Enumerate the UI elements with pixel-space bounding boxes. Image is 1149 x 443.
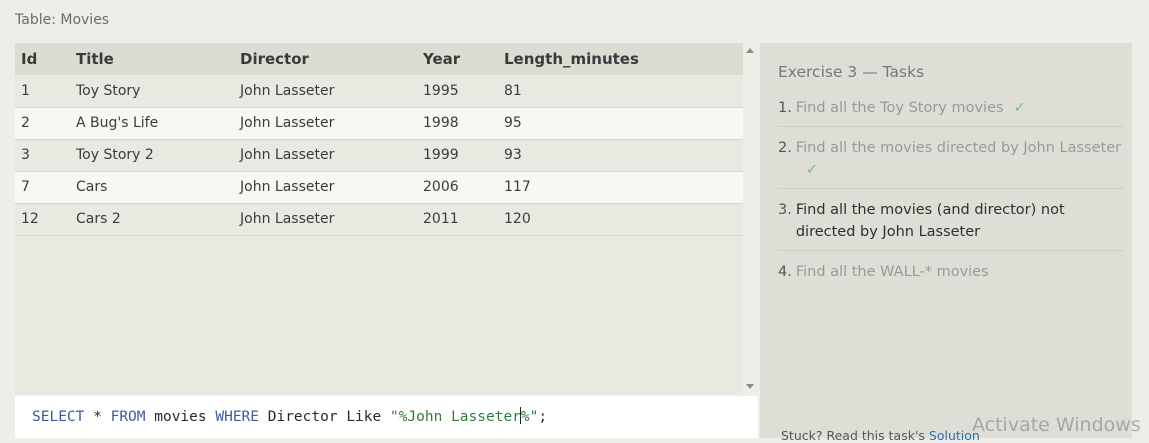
cell-title: Toy Story 2 — [76, 147, 154, 163]
cell-director: John Lasseter — [240, 147, 335, 163]
column-header-length-minutes: Length_minutes — [504, 50, 639, 68]
stuck-text: Stuck? Read this task's — [781, 428, 929, 443]
task-text: Find all the Toy Story movies ✓ — [796, 97, 1124, 119]
cell-title: Cars — [76, 179, 108, 195]
scroll-up-arrow-icon[interactable] — [746, 48, 754, 53]
task-item: 2. Find all the movies directed by John … — [778, 135, 1124, 189]
cell-length-minutes: 117 — [504, 179, 531, 195]
sql-string-literal-start: "%John Lasseter — [389, 409, 521, 425]
sql-string-literal-end: %" — [520, 409, 539, 425]
task-number: 4. — [778, 264, 792, 280]
sql-semicolon: ; — [538, 409, 548, 425]
table-scrollbar[interactable] — [743, 43, 758, 394]
sql-table-name: movies — [145, 409, 216, 425]
task-label: Find all the movies directed by John Las… — [795, 140, 1122, 156]
table-row: 1 Toy Story John Lasseter 1995 81 — [15, 75, 743, 107]
checkmark-icon: ✓ — [1013, 100, 1026, 116]
cell-id: 12 — [21, 211, 39, 227]
cell-length-minutes: 93 — [504, 147, 522, 163]
task-item: 4. Find all the WALL-* movies — [778, 259, 1124, 290]
task-item-current: 3. Find all the movies (and director) no… — [778, 197, 1124, 251]
sql-query-line[interactable]: SELECT * FROM movies WHERE Director Like… — [32, 407, 547, 425]
cell-length-minutes: 95 — [504, 115, 522, 131]
cell-director: John Lasseter — [240, 179, 335, 195]
sql-query-editor[interactable]: SELECT * FROM movies WHERE Director Like… — [15, 396, 758, 438]
cell-title: Toy Story — [76, 82, 141, 99]
results-table: Id Title Director Year Length_minutes 1 … — [15, 43, 743, 236]
cell-year: 1999 — [423, 147, 459, 163]
results-table-container: Id Title Director Year Length_minutes 1 … — [15, 43, 743, 394]
scroll-down-arrow-icon[interactable] — [746, 384, 754, 389]
activate-windows-watermark: Activate Windows — [972, 414, 1141, 436]
cell-length-minutes: 120 — [504, 211, 531, 227]
sql-keyword-from: FROM — [110, 409, 146, 425]
task-number: 2. — [778, 140, 792, 156]
task-list: 1. Find all the Toy Story movies ✓ 2. Fin… — [778, 95, 1124, 298]
tasks-title: Exercise 3 — Tasks — [778, 63, 925, 81]
task-item: 1. Find all the Toy Story movies ✓ — [778, 95, 1124, 127]
task-number: 3. — [778, 202, 792, 218]
cell-id: 7 — [21, 179, 30, 195]
cell-year: 2011 — [423, 211, 459, 227]
cell-id: 2 — [21, 115, 30, 131]
table-row: 3 Toy Story 2 John Lasseter 1999 93 — [15, 139, 743, 171]
task-number: 1. — [778, 100, 792, 116]
task-label: Find all the movies (and director) not d… — [795, 202, 1065, 240]
cell-id: 1 — [21, 82, 30, 99]
cell-year: 2006 — [423, 179, 459, 195]
stuck-hint: Stuck? Read this task's Solution — [781, 428, 980, 443]
sql-star: * — [84, 409, 111, 425]
column-header-director: Director — [240, 50, 309, 68]
cell-id: 3 — [21, 147, 30, 163]
cell-director: John Lasseter — [240, 211, 335, 227]
cell-title: A Bug's Life — [76, 115, 159, 131]
sql-keyword-select: SELECT — [32, 409, 85, 425]
table-row: 12 Cars 2 John Lasseter 2011 120 — [15, 203, 743, 235]
task-label: Find all the WALL-* movies — [795, 264, 989, 280]
checkmark-icon: ✓ — [805, 162, 818, 178]
tasks-panel: Exercise 3 — Tasks 1. Find all the Toy S… — [760, 43, 1132, 443]
cell-year: 1995 — [423, 82, 459, 99]
task-text: Find all the movies directed by John Las… — [796, 137, 1124, 181]
column-header-year: Year — [423, 50, 461, 68]
cell-year: 1998 — [423, 115, 459, 131]
table-row: 2 A Bug's Life John Lasseter 1998 95 — [15, 107, 743, 139]
cell-director: John Lasseter — [240, 82, 335, 99]
table-row: 7 Cars John Lasseter 2006 117 — [15, 171, 743, 203]
cell-length-minutes: 81 — [504, 82, 522, 99]
cell-title: Cars 2 — [76, 211, 121, 227]
task-label: Find all the Toy Story movies — [795, 100, 1004, 116]
sql-keyword-where: WHERE — [215, 409, 260, 425]
table-header-row: Id Title Director Year Length_minutes — [15, 43, 743, 75]
table-caption: Table: Movies — [15, 12, 110, 28]
column-header-title: Title — [76, 50, 114, 68]
cell-director: John Lasseter — [240, 115, 335, 131]
sql-condition: Director Like — [259, 409, 390, 425]
column-header-id: Id — [21, 50, 38, 68]
